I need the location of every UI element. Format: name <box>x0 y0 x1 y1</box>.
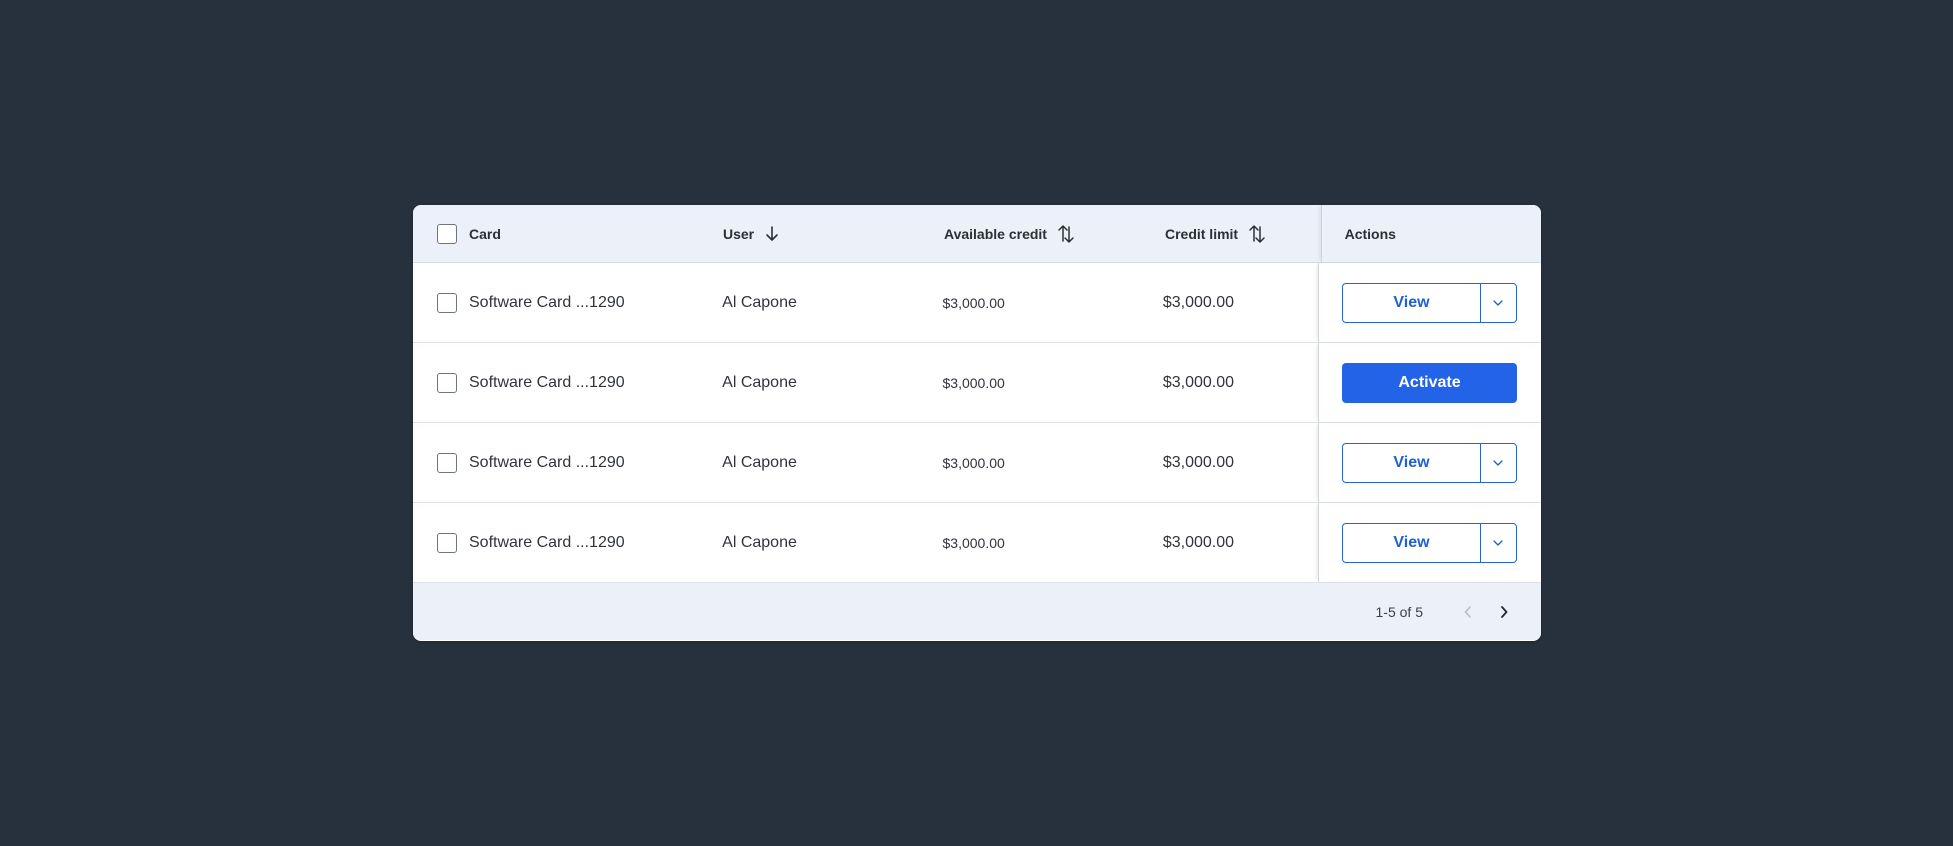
column-header-actions: Actions <box>1344 225 1396 242</box>
available-credit-value: $3,000.00 <box>942 374 1005 391</box>
column-header-credit-limit[interactable]: Credit limit <box>1165 226 1238 242</box>
view-split-button: View <box>1341 522 1517 563</box>
user-name: Al Capone <box>722 373 797 391</box>
actions-cell: View <box>1317 263 1541 342</box>
sort-icon[interactable] <box>1057 223 1075 245</box>
credit-limit-value: $3,000.00 <box>1162 453 1235 471</box>
actions-cell: View <box>1317 503 1541 582</box>
header-credit-limit-cell[interactable]: Credit limit <box>1143 205 1321 262</box>
card-cell: Software Card ...1290 <box>413 423 700 502</box>
table-row[interactable]: Software Card ...1290 Al Capone $3,000.0… <box>413 343 1541 423</box>
select-all-checkbox[interactable] <box>437 223 457 244</box>
available-credit-cell: $3,000.00 <box>921 343 1141 422</box>
table-header: Card User Available credit Credit limit … <box>413 205 1541 263</box>
available-credit-value: $3,000.00 <box>942 294 1005 311</box>
card-name: Software Card ...1290 <box>469 453 625 471</box>
chevron-down-icon[interactable] <box>1481 284 1516 322</box>
table-row[interactable]: Software Card ...1290 Al Capone $3,000.0… <box>413 503 1541 583</box>
available-credit-cell: $3,000.00 <box>921 503 1141 582</box>
sort-icon[interactable] <box>1248 223 1266 245</box>
user-cell: Al Capone <box>700 503 920 582</box>
credit-limit-value: $3,000.00 <box>1162 293 1235 311</box>
table-row[interactable]: Software Card ...1290 Al Capone $3,000.0… <box>413 423 1541 503</box>
header-actions-cell: Actions <box>1320 205 1541 262</box>
user-cell: Al Capone <box>700 343 920 422</box>
actions-cell: View <box>1317 423 1541 502</box>
chevron-down-icon[interactable] <box>1481 444 1516 482</box>
chevron-down-icon[interactable] <box>1481 524 1516 562</box>
view-button[interactable]: View <box>1343 443 1481 482</box>
credit-limit-cell: $3,000.00 <box>1141 263 1318 342</box>
user-cell: Al Capone <box>700 263 920 342</box>
row-checkbox[interactable] <box>437 452 457 473</box>
chevron-left-icon[interactable] <box>1453 597 1483 627</box>
header-available-credit-cell[interactable]: Available credit <box>922 205 1143 262</box>
credit-limit-cell: $3,000.00 <box>1141 423 1318 502</box>
view-button[interactable]: View <box>1343 283 1481 322</box>
credit-limit-value: $3,000.00 <box>1162 373 1235 391</box>
available-credit-value: $3,000.00 <box>942 534 1005 551</box>
card-cell: Software Card ...1290 <box>413 343 700 422</box>
available-credit-cell: $3,000.00 <box>921 423 1141 502</box>
activate-button[interactable]: Activate <box>1341 362 1517 403</box>
pagination-range: 1-5 of 5 <box>1375 603 1423 620</box>
credit-limit-cell: $3,000.00 <box>1141 343 1318 422</box>
view-button[interactable]: View <box>1343 523 1481 562</box>
available-credit-cell: $3,000.00 <box>921 263 1141 342</box>
user-cell: Al Capone <box>700 423 920 502</box>
column-header-user[interactable]: User <box>723 226 754 242</box>
row-checkbox[interactable] <box>437 372 457 393</box>
row-checkbox[interactable] <box>437 532 457 553</box>
credit-limit-cell: $3,000.00 <box>1141 503 1318 582</box>
credit-limit-value: $3,000.00 <box>1162 533 1235 551</box>
column-header-card[interactable]: Card <box>469 226 501 242</box>
header-card-cell: Card <box>413 205 701 262</box>
card-name: Software Card ...1290 <box>469 293 625 311</box>
available-credit-value: $3,000.00 <box>942 454 1005 471</box>
table-footer: 1-5 of 5 <box>413 583 1541 640</box>
arrow-down-icon[interactable] <box>764 225 780 243</box>
column-header-available-credit[interactable]: Available credit <box>944 226 1047 242</box>
chevron-right-icon[interactable] <box>1489 597 1519 627</box>
card-cell: Software Card ...1290 <box>413 263 700 342</box>
card-cell: Software Card ...1290 <box>413 503 700 582</box>
card-name: Software Card ...1290 <box>469 533 625 551</box>
table-row[interactable]: Software Card ...1290 Al Capone $3,000.0… <box>413 263 1541 343</box>
header-user-cell[interactable]: User <box>701 205 922 262</box>
cards-table: Card User Available credit Credit limit … <box>413 205 1541 641</box>
user-name: Al Capone <box>722 533 797 551</box>
card-name: Software Card ...1290 <box>469 373 625 391</box>
user-name: Al Capone <box>722 293 797 311</box>
actions-cell: Activate <box>1317 343 1541 422</box>
user-name: Al Capone <box>722 453 797 471</box>
row-checkbox[interactable] <box>437 292 457 313</box>
view-split-button: View <box>1341 442 1517 483</box>
view-split-button: View <box>1341 282 1517 323</box>
